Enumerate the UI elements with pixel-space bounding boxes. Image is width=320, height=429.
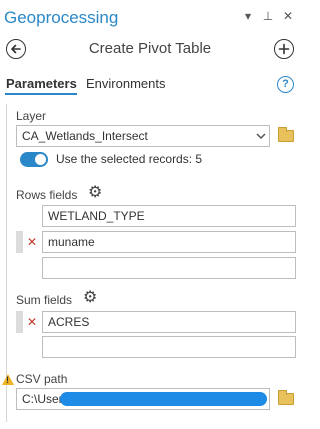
rows-fields-label: Rows fields: [16, 188, 78, 202]
layer-browse-folder-icon[interactable]: [278, 127, 294, 142]
tool-tabs: Parameters Environments ?: [0, 72, 300, 98]
sum-field-empty-input[interactable]: [42, 336, 296, 358]
tool-title: Create Pivot Table: [88, 40, 212, 57]
pane-menu-icon[interactable]: ▾: [242, 9, 254, 23]
active-tab-indicator: [5, 93, 77, 95]
rows-field-value: muname: [48, 235, 95, 249]
csv-browse-folder-icon[interactable]: [278, 390, 294, 405]
tool-header: Create Pivot Table: [0, 36, 300, 66]
pane-controls: ▾ ⊥ ✕: [242, 9, 294, 23]
rows-field-input[interactable]: muname: [42, 231, 296, 253]
sum-fields-label: Sum fields: [16, 293, 73, 307]
drag-handle[interactable]: [16, 231, 23, 253]
redaction-mark: [60, 392, 267, 406]
sum-field-input[interactable]: ACRES: [42, 311, 296, 333]
rows-fields-gear-icon[interactable]: ⚙: [88, 185, 102, 201]
layer-dropdown[interactable]: CA_Wetlands_Intersect: [16, 125, 270, 147]
pane-title: Geoprocessing: [4, 8, 119, 27]
rows-field-empty-input[interactable]: [42, 257, 296, 279]
sum-fields-gear-icon[interactable]: ⚙: [83, 290, 97, 306]
layer-value: CA_Wetlands_Intersect: [22, 129, 148, 143]
chevron-down-icon[interactable]: [256, 133, 266, 140]
sum-field-value: ACRES: [48, 315, 90, 329]
use-selected-label: Use the selected records: 5: [56, 152, 203, 166]
drag-handle[interactable]: [16, 311, 23, 333]
warning-mark: !: [6, 375, 9, 385]
tab-environments[interactable]: Environments: [86, 76, 165, 91]
pane-titlebar: Geoprocessing ▾ ⊥ ✕: [0, 0, 300, 36]
remove-row-field-icon[interactable]: ✕: [27, 235, 37, 249]
csv-path-label: CSV path: [16, 372, 68, 386]
plus-icon: [278, 43, 290, 55]
help-icon[interactable]: ?: [277, 76, 294, 93]
tab-parameters[interactable]: Parameters: [6, 76, 77, 91]
close-icon[interactable]: ✕: [282, 9, 294, 23]
layer-label: Layer: [16, 109, 47, 123]
pin-icon[interactable]: ⊥: [262, 9, 274, 23]
rows-field-value: WETLAND_TYPE: [48, 209, 145, 223]
rows-field-input[interactable]: WETLAND_TYPE: [42, 205, 296, 227]
use-selected-toggle[interactable]: [20, 152, 48, 167]
remove-sum-field-icon[interactable]: ✕: [27, 315, 37, 329]
add-button[interactable]: [274, 39, 294, 59]
parameters-form: Layer CA_Wetlands_Intersect Use the sele…: [0, 98, 300, 429]
